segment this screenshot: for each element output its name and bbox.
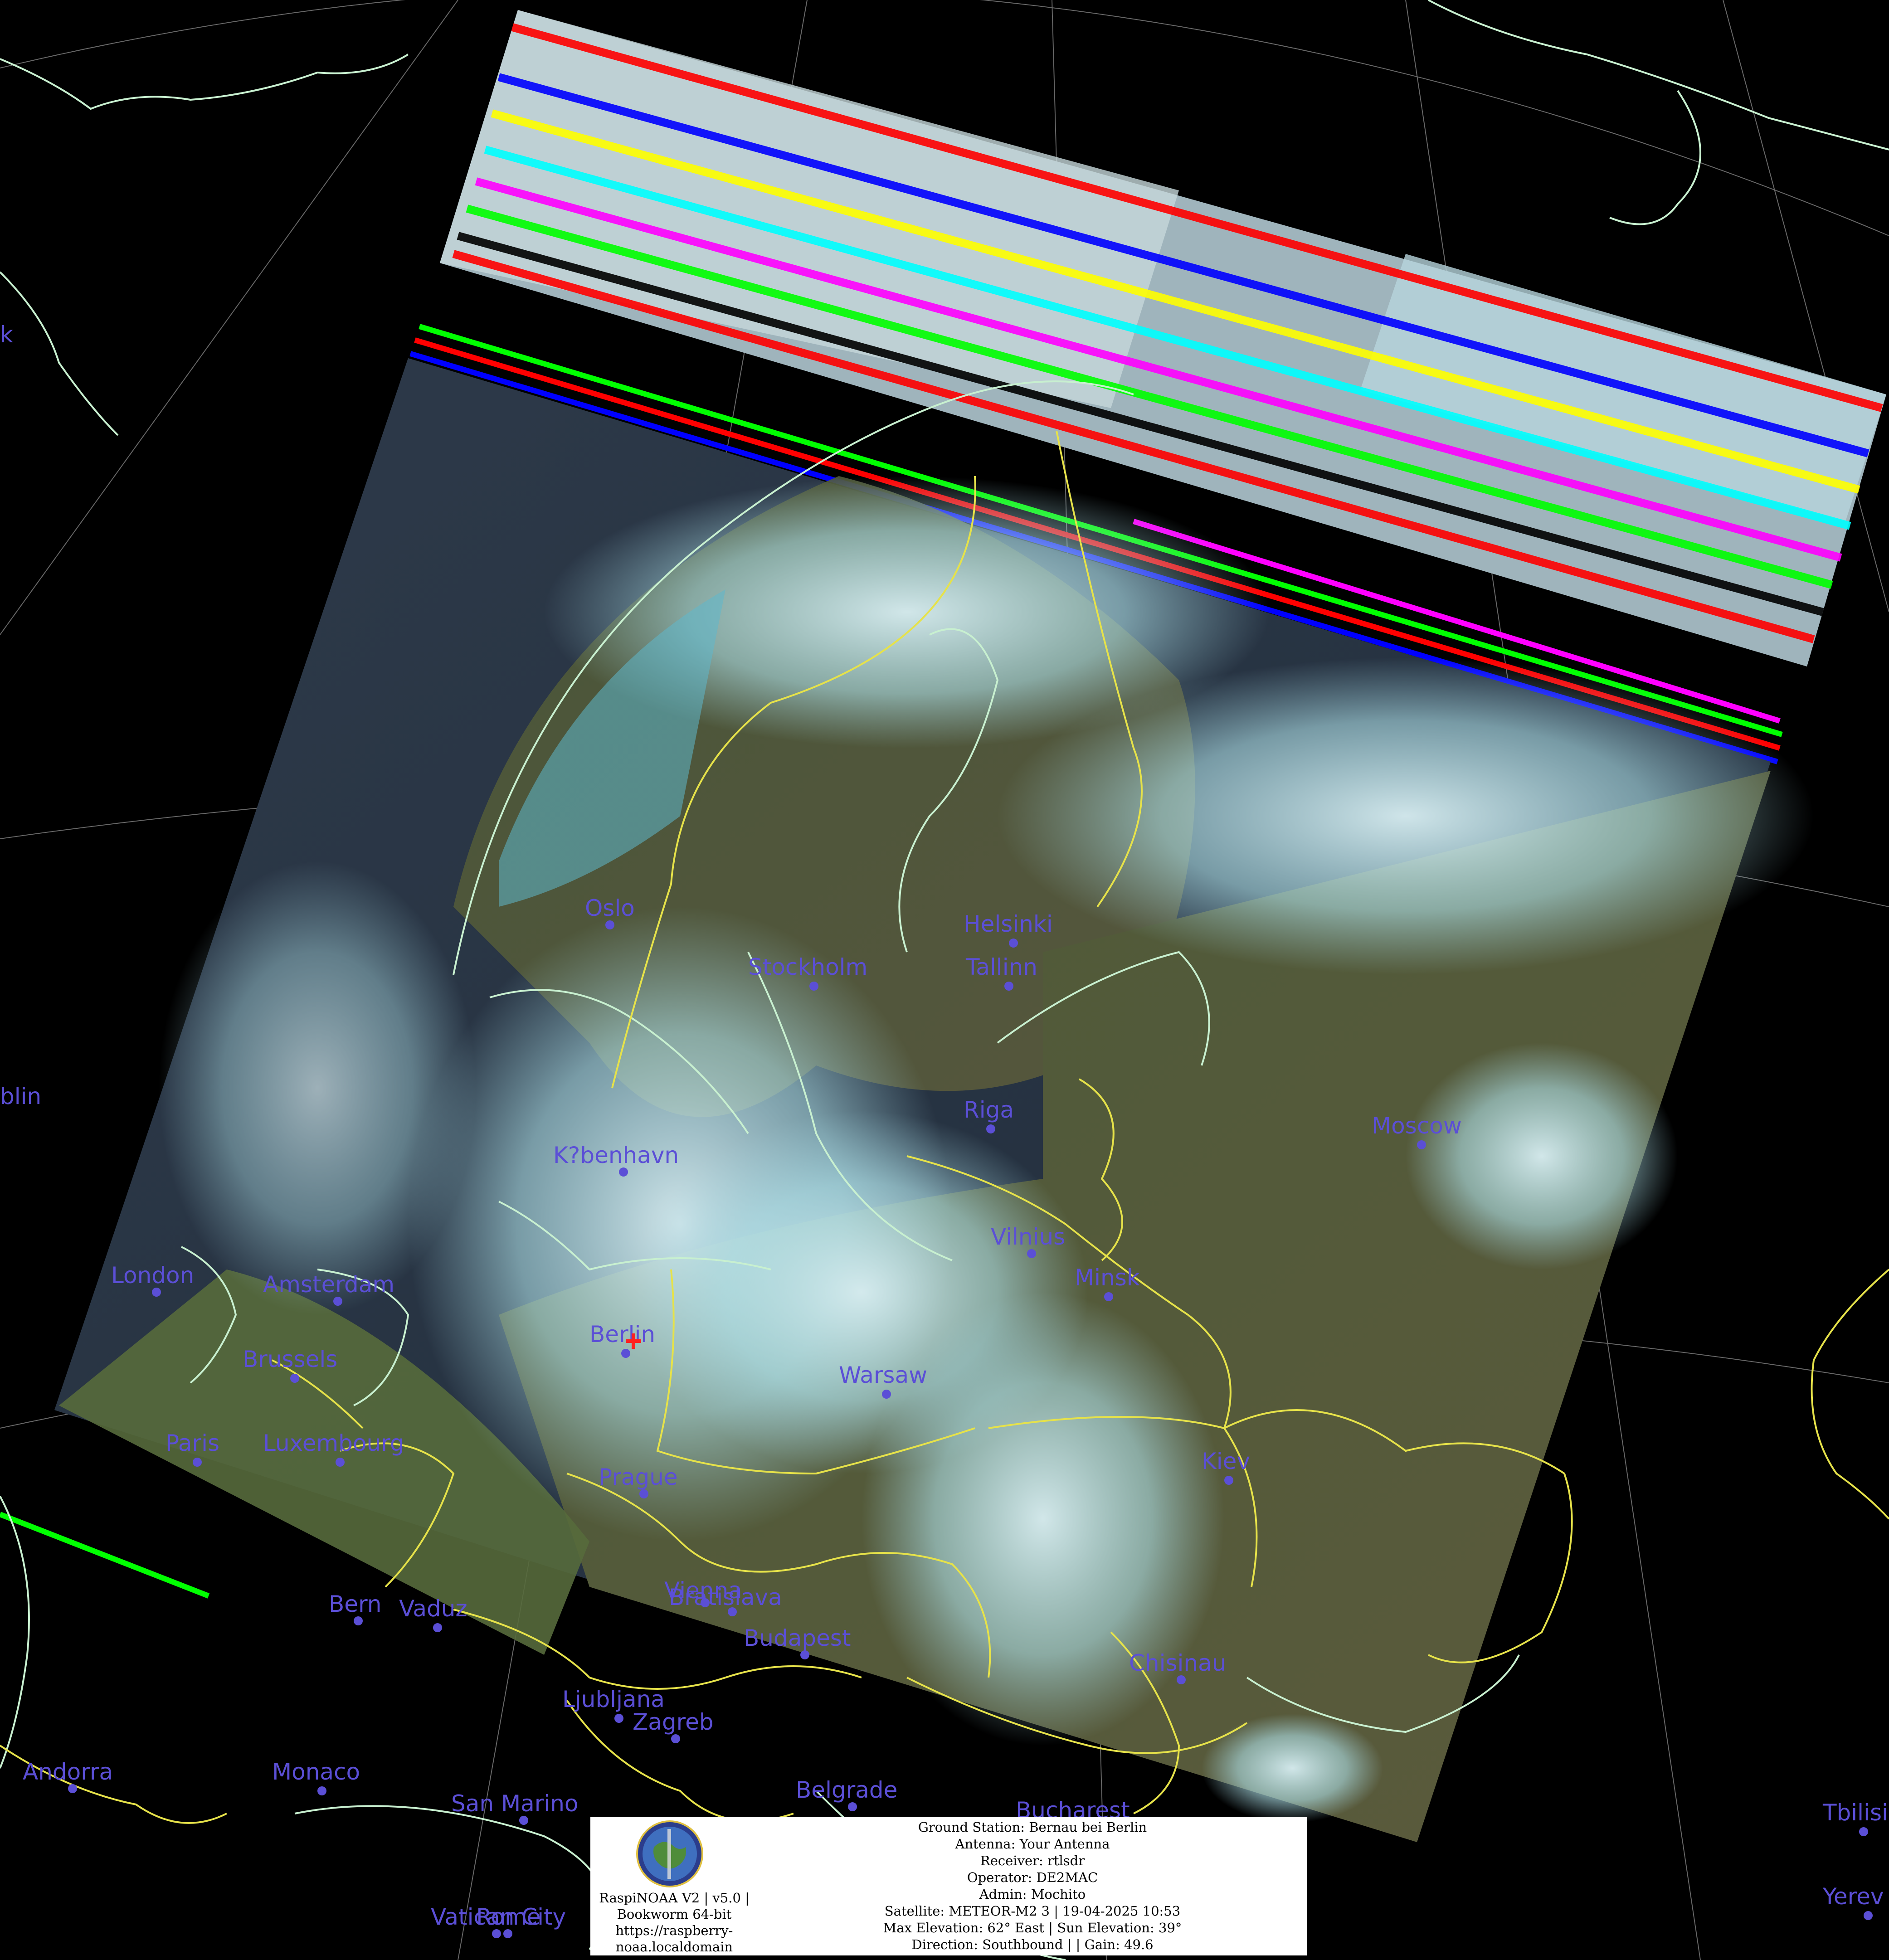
app-url-1: https://raspberry- [615,1923,733,1938]
city-label-vilnius: Vilnius [991,1224,1065,1250]
city-label-bratislava: Bratislava [669,1584,782,1610]
city-label-helsinki: Helsinki [964,911,1053,937]
city-marker-riga [986,1124,995,1133]
city-label-zagreb: Zagreb [633,1709,714,1735]
city-marker-rome [503,1929,512,1938]
city-marker-ljubljana [614,1714,623,1723]
city-marker-kobenhavn [619,1167,628,1177]
city-marker-brussels [290,1374,299,1383]
city-label-monaco: Monaco [272,1759,360,1785]
satellite: Satellite: METEOR-M2 3 | 19-04-2025 10:5… [884,1903,1181,1919]
receiver: Receiver: rtlsdr [980,1853,1085,1868]
app-os: Bookworm 64-bit [617,1907,732,1922]
city-label-paris: Paris [166,1430,219,1456]
city-label-london: London [111,1262,194,1289]
city-san-marino: San Marino [451,1790,578,1825]
station-info-panel: RaspiNOAA V2 | v5.0 | Bookworm 64-bit ht… [590,1817,1307,1955]
city-label-vaduz: Vaduz [399,1595,467,1622]
city-label-dublin: blin [0,1083,41,1109]
city-yerevan: Yerev [1822,1883,1884,1920]
city-zagreb: Zagreb [633,1709,714,1743]
city-marker-san-marino [519,1816,528,1825]
city-label-kobenhavn: K?benhavn [553,1142,679,1168]
city-marker-moscow [1417,1140,1426,1149]
city-label-moscow: Moscow [1372,1113,1462,1139]
direction: Direction: Southbound | | Gain: 49.6 [911,1937,1154,1952]
city-label-belgrade: Belgrade [796,1777,897,1803]
city-marker-london [152,1288,161,1297]
city-marker-belgrade [848,1802,857,1811]
city-label-andorra: Andorra [23,1759,113,1785]
admin: Admin: Mochito [979,1887,1086,1902]
city-marker-paris [193,1458,202,1467]
city-marker-vilnius [1027,1249,1036,1258]
city-marker-yerevan [1864,1911,1873,1920]
city-label-warsaw: Warsaw [839,1362,927,1388]
city-marker-budapest [800,1650,809,1659]
city-label-berlin: Berlin [589,1321,655,1347]
city-label-stockholm: Stockholm [748,954,867,980]
city-label-riga: Riga [964,1097,1014,1123]
city-andorra: Andorra [23,1759,113,1793]
city-marker-stockholm [809,982,818,991]
city-belgrade: Belgrade [796,1777,897,1811]
city-label-san-marino: San Marino [451,1790,578,1817]
app-version: RaspiNOAA V2 | v5.0 | [599,1890,750,1906]
city-marker-vatican-city [492,1929,501,1938]
pass-details: Ground Station: Bernau bei Berlin Antenn… [758,1819,1307,1953]
city-rome: Rome [476,1904,541,1938]
app-url-2: noaa.localdomain [615,1939,733,1955]
city-label-chisinau: Chisinau [1129,1650,1226,1676]
city-marker-berlin [621,1349,630,1358]
city-label-kiev: Kiev [1202,1448,1250,1474]
city-marker-kiev [1224,1476,1233,1485]
satellite-map: Oslo Stockholm Helsinki Tallinn Riga Moscow K?… [0,0,1889,1960]
city-label-amsterdam: Amsterdam [263,1271,394,1298]
elevation: Max Elevation: 62° East | Sun Elevation:… [883,1920,1182,1936]
city-monaco: Monaco [272,1759,360,1795]
logo-area: RaspiNOAA V2 | v5.0 | Bookworm 64-bit ht… [590,1817,758,1955]
city-marker-amsterdam [333,1297,342,1306]
city-marker-oslo [605,920,614,929]
city-label-luxembourg: Luxembourg [263,1430,404,1456]
city-label-prague: Prague [599,1464,678,1490]
city-marker-monaco [317,1786,326,1795]
city-label-tbilisi: Tbilisi [1822,1800,1888,1826]
city-label-bern: Bern [329,1591,381,1617]
city-label-brussels: Brussels [243,1346,337,1372]
city-label-reykjavik: k [0,321,13,348]
city-marker-vaduz [433,1623,442,1632]
city-marker-chisinau [1177,1675,1186,1684]
operator: Operator: DE2MAC [967,1870,1098,1885]
city-bern: Bern [329,1591,381,1625]
city-label-rome: Rome [476,1904,541,1930]
city-marker-bern [354,1616,363,1625]
city-marker-zagreb [671,1734,680,1743]
app-caption: RaspiNOAA V2 | v5.0 | Bookworm 64-bit ht… [590,1890,758,1955]
city-vaduz: Vaduz [399,1595,467,1632]
city-marker-tallinn [1004,982,1013,991]
city-marker-helsinki [1009,939,1018,948]
city-label-minsk: Minsk [1075,1265,1140,1291]
city-reykjavik: k [0,321,13,348]
city-label-budapest: Budapest [744,1625,851,1651]
city-marker-andorra [68,1784,77,1793]
city-label-tallinn: Tallinn [965,954,1037,980]
city-marker-minsk [1104,1292,1113,1301]
city-marker-warsaw [882,1390,891,1399]
city-marker-luxembourg [336,1458,345,1467]
raspinoaa-logo-icon [636,1820,703,1887]
antenna: Antenna: Your Antenna [955,1836,1110,1852]
city-marker-tbilisi [1859,1827,1868,1836]
city-tbilisi: Tbilisi [1822,1800,1888,1836]
ground-station: Ground Station: Bernau bei Berlin [918,1819,1147,1835]
city-dublin: blin [0,1083,41,1109]
city-marker-prague [639,1489,648,1498]
city-label-oslo: Oslo [585,895,635,921]
city-label-yerevan: Yerev [1822,1883,1884,1910]
